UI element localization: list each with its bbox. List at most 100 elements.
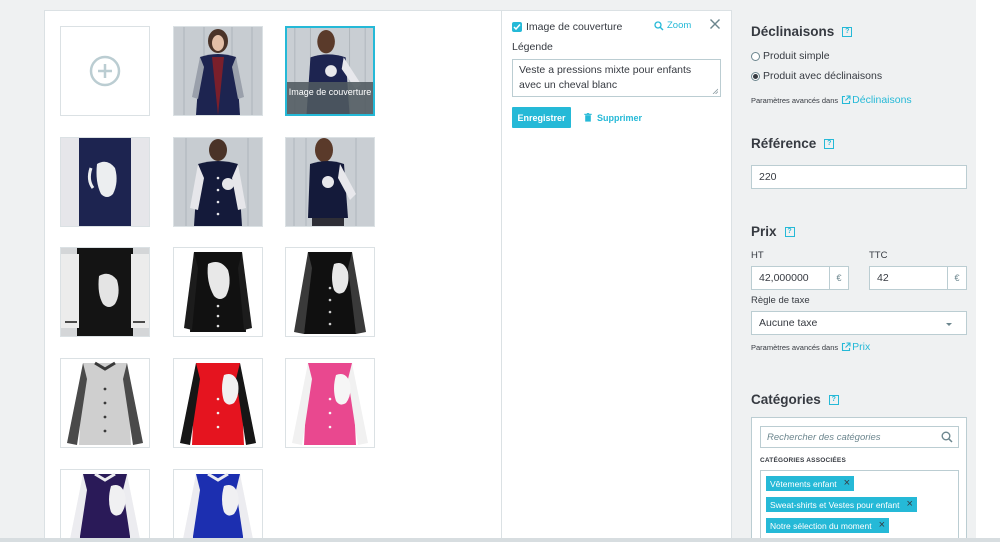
price-title: Prix: [751, 224, 777, 239]
price-ht-value: 42,000000: [759, 272, 809, 284]
resize-handle-icon[interactable]: [712, 88, 718, 94]
cover-image-checkbox[interactable]: [512, 22, 522, 32]
image-thumbnail[interactable]: [60, 358, 150, 448]
bottom-scrollbar[interactable]: [0, 538, 1000, 542]
remove-tag-icon[interactable]: ×: [879, 520, 885, 531]
remove-tag-icon[interactable]: ×: [844, 478, 850, 489]
help-icon[interactable]: ?: [824, 138, 835, 149]
zoom-label: Zoom: [667, 20, 692, 31]
cover-image-row: Image de couverture Zoom: [512, 19, 726, 35]
jacket-photo-black-flat: [174, 248, 262, 336]
trash-icon: [584, 113, 592, 122]
jacket-photo-girl-hands-pockets: [174, 138, 262, 226]
zoom-icon: [654, 20, 664, 30]
jacket-photo-girl-profile: [286, 138, 374, 226]
currency-suffix: €: [829, 267, 848, 289]
price-ht-label: HT: [751, 250, 764, 261]
radio-button-selected[interactable]: [751, 71, 760, 81]
zoom-link[interactable]: Zoom: [654, 20, 691, 31]
category-tag-label: Sweat-shirts et Vestes pour enfant: [770, 499, 900, 510]
declinaisons-heading: Déclinaisons ?: [751, 24, 853, 39]
declinaisons-link[interactable]: Déclinaisons: [841, 94, 912, 106]
jacket-photo-girl-front: [174, 27, 262, 115]
tax-rule-select[interactable]: Aucune taxe: [751, 311, 967, 335]
image-thumbnail[interactable]: [173, 469, 263, 542]
image-thumbnail[interactable]: [173, 26, 263, 116]
help-icon[interactable]: ?: [842, 26, 853, 37]
help-icon[interactable]: ?: [828, 394, 839, 405]
search-icon[interactable]: [941, 431, 953, 443]
image-thumbnail[interactable]: [285, 137, 375, 227]
legend-label: Légende: [512, 41, 553, 53]
price-ttc-input[interactable]: 42 €: [869, 266, 967, 290]
panel-divider: [501, 11, 502, 542]
tax-rule-label: Règle de taxe: [751, 295, 810, 306]
delete-label: Supprimer: [597, 112, 643, 123]
image-thumbnail[interactable]: [285, 247, 375, 337]
help-icon[interactable]: ?: [784, 226, 795, 237]
external-link-icon: [842, 95, 851, 105]
category-tag: Vêtements enfant ×: [766, 476, 855, 491]
jacket-photo-grey-flat: [61, 359, 149, 447]
advanced-prefix: Paramètres avancés dans: [751, 342, 839, 352]
jacket-photo-back-navy: [61, 138, 149, 226]
advanced-settings-declinaisons: Paramètres avancés dans Déclinaisons: [751, 94, 912, 106]
category-search-input[interactable]: Rechercher des catégories: [760, 426, 959, 448]
add-image-button[interactable]: [60, 26, 150, 116]
image-gallery: Image de couverture: [45, 11, 501, 542]
radio-variants-label: Produit avec déclinaisons: [763, 70, 883, 82]
currency-suffix: €: [947, 267, 966, 289]
jacket-photo-pink-flat: [286, 359, 374, 447]
remove-tag-icon[interactable]: ×: [906, 499, 912, 510]
categories-heading: Catégories ?: [751, 392, 839, 407]
check-icon: [513, 24, 521, 31]
category-tag-label: Vêtements enfant: [770, 478, 837, 489]
categories-box: Rechercher des catégories CATÉGORIES ASS…: [751, 417, 967, 542]
image-thumbnail[interactable]: [173, 358, 263, 448]
jacket-photo-royal-blue-flat: [174, 470, 262, 542]
category-tag-label: Notre sélection du moment: [770, 520, 872, 531]
image-thumbnail[interactable]: [173, 137, 263, 227]
reference-title: Référence: [751, 136, 817, 151]
declinaisons-link-label: Déclinaisons: [852, 94, 912, 106]
chevron-down-icon: [946, 323, 952, 326]
page-right-edge: [976, 0, 1000, 542]
reference-value: 220: [759, 171, 777, 183]
image-thumbnail[interactable]: [60, 137, 150, 227]
associated-categories-label: CATÉGORIES ASSOCIÉES: [760, 457, 846, 464]
image-thumbnail[interactable]: [173, 247, 263, 337]
radio-simple-label: Produit simple: [763, 50, 830, 62]
categories-title: Catégories: [751, 392, 821, 407]
image-thumbnail[interactable]: [60, 247, 150, 337]
advanced-prefix: Paramètres avancés dans: [751, 95, 839, 105]
category-tag: Sweat-shirts et Vestes pour enfant ×: [766, 497, 917, 512]
price-link[interactable]: Prix: [841, 341, 870, 353]
reference-input[interactable]: 220: [751, 165, 967, 189]
image-thumbnail-selected[interactable]: Image de couverture: [285, 26, 375, 116]
image-thumbnail[interactable]: [285, 358, 375, 448]
declinaisons-title: Déclinaisons: [751, 24, 835, 39]
price-link-label: Prix: [852, 341, 871, 353]
price-ht-input[interactable]: 42,000000 €: [751, 266, 849, 290]
radio-product-variants[interactable]: Produit avec déclinaisons: [751, 70, 882, 82]
price-ttc-label: TTC: [869, 250, 888, 261]
jacket-photo-back-black: [61, 248, 149, 336]
save-button[interactable]: Enregistrer: [512, 107, 571, 128]
reference-heading: Référence ?: [751, 136, 835, 151]
product-images-panel: Image de couverture Image de couverture …: [44, 10, 732, 542]
cover-image-label: Image de couverture: [526, 21, 623, 33]
legend-textarea[interactable]: Veste a pressions mixte pour enfants ave…: [512, 59, 721, 97]
radio-simple-product[interactable]: Produit simple: [751, 50, 830, 62]
cover-image-overlay: Image de couverture: [287, 82, 373, 114]
plus-circle-icon: [89, 55, 121, 87]
image-thumbnail[interactable]: [60, 469, 150, 542]
delete-button[interactable]: Supprimer: [584, 107, 642, 128]
jacket-photo-purple-flat: [61, 470, 149, 542]
advanced-settings-price: Paramètres avancés dans Prix: [751, 341, 870, 353]
close-details-button[interactable]: [709, 18, 721, 33]
category-tag: Notre sélection du moment ×: [766, 518, 890, 533]
close-icon: [710, 19, 720, 29]
price-ttc-value: 42: [877, 272, 889, 284]
radio-button[interactable]: [751, 51, 760, 61]
category-search-placeholder: Rechercher des catégories: [767, 431, 881, 443]
